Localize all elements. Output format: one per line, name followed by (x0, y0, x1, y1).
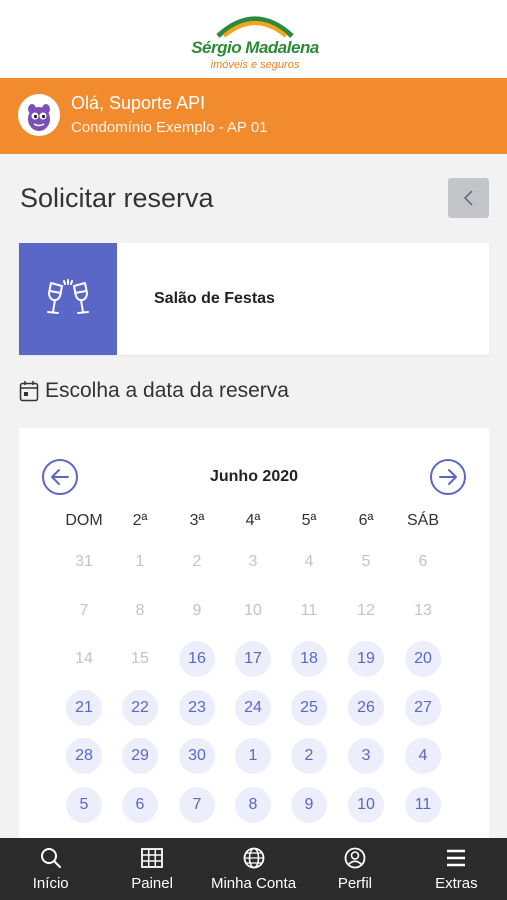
calendar-day-available[interactable]: 23 (179, 689, 215, 726)
calendar-day-disabled: 15 (131, 650, 149, 668)
nav-label: Extras (435, 875, 478, 892)
month-label: Junho 2020 (209, 468, 299, 485)
calendar-day-available[interactable]: 22 (122, 689, 158, 726)
calendar-day-disabled: 1 (135, 553, 145, 570)
calendar-day-disabled: 6 (418, 553, 428, 570)
calendar-day-disabled: 2 (192, 553, 202, 570)
calendar-day-available[interactable]: 30 (179, 738, 215, 775)
calendar-day-disabled: 7 (79, 601, 89, 619)
menu-icon (447, 849, 466, 867)
calendar-day-available[interactable]: 9 (291, 787, 327, 823)
next-month-button[interactable] (429, 458, 467, 496)
calendar-day-available[interactable]: 21 (66, 689, 102, 726)
user-greeting: Olá, Suporte API (71, 93, 206, 113)
calendar-day-disabled: 4 (304, 553, 314, 570)
nav-label: Início (32, 875, 69, 892)
calendar-day-available[interactable]: 7 (179, 787, 215, 823)
nav-label: Minha Conta (210, 875, 297, 892)
calendar-day-available[interactable]: 1 (235, 738, 271, 775)
champagne-glasses-icon (47, 279, 89, 314)
calendar-day-available[interactable]: 29 (122, 738, 158, 775)
weekday-header: 2ª (132, 512, 148, 529)
weekday-header: SÁB (406, 512, 439, 529)
logo-name: Sérgio Madalena (191, 38, 319, 57)
logo-tagline: imóveis e seguros (210, 59, 300, 71)
calendar-day-available[interactable]: 28 (66, 738, 102, 775)
space-name: Salão de Festas (154, 290, 275, 307)
calendar-day-disabled: 9 (192, 601, 202, 619)
calendar-day-available[interactable]: 20 (405, 641, 441, 678)
calendar-day-disabled: 5 (361, 553, 371, 570)
user-circle-icon (344, 847, 366, 869)
weekday-header: 4ª (245, 512, 261, 529)
logo-header: Sérgio Madalena imóveis e seguros (0, 0, 507, 78)
calendar-day-available[interactable]: 10 (348, 787, 384, 823)
bottom-nav: Início Painel Minha Conta Perfil Extras (0, 838, 507, 900)
calendar-day-available[interactable]: 25 (291, 689, 327, 726)
company-logo: Sérgio Madalena imóveis e seguros (190, 8, 320, 72)
calendar-day-disabled: 3 (248, 553, 258, 570)
globe-icon (243, 847, 264, 869)
weekday-header: 3ª (189, 512, 205, 529)
monster-avatar-icon (18, 94, 60, 136)
nav-label: Perfil (337, 875, 373, 892)
user-unit: Condomínio Exemplo - AP 01 (71, 119, 268, 136)
calendar-icon (19, 381, 39, 402)
user-bar: Olá, Suporte API Condomínio Exemplo - AP… (0, 78, 507, 154)
calendar-day-disabled: 13 (414, 601, 432, 619)
calendar: Junho 2020 DOM 2ª 3ª 4ª 5ª 6ª SÁB 31 1 2 3 4 5 6 7 8 9 10… (19, 428, 489, 848)
calendar-day-disabled: 10 (244, 601, 262, 619)
space-card[interactable]: Salão de Festas (19, 243, 489, 355)
calendar-day-disabled: 12 (357, 601, 375, 619)
nav-item-perfil[interactable]: Perfil (304, 838, 405, 900)
weekday-header: DOM (65, 512, 103, 529)
choose-date-row: Escolha a data da reserva (19, 378, 289, 404)
calendar-day-disabled: 31 (75, 553, 93, 570)
calendar-day-available[interactable]: 2 (291, 738, 327, 775)
nav-item-inicio[interactable]: Início (0, 838, 101, 900)
weekday-header: 6ª (358, 512, 374, 529)
nav-item-minha-conta[interactable]: Minha Conta (203, 838, 304, 900)
grid-icon (141, 848, 164, 868)
nav-label: Painel (131, 875, 173, 892)
avatar[interactable] (18, 94, 60, 136)
logo-arch-icon (216, 16, 294, 38)
calendar-day-available[interactable]: 5 (66, 787, 102, 823)
calendar-day-available[interactable]: 24 (235, 689, 271, 726)
chevron-left-icon (463, 190, 473, 206)
weekday-header: 5ª (301, 512, 317, 529)
calendar-day-available[interactable]: 16 (179, 641, 215, 678)
calendar-day-disabled: 11 (300, 601, 318, 619)
calendar-day-available[interactable]: 17 (235, 641, 271, 678)
calendar-day-available[interactable]: 27 (405, 689, 441, 726)
space-icon-box (19, 243, 117, 355)
calendar-day-disabled: 14 (75, 650, 93, 668)
back-button[interactable] (448, 178, 489, 218)
nav-item-extras[interactable]: Extras (406, 838, 507, 900)
calendar-day-available[interactable]: 19 (348, 641, 384, 678)
calendar-day-available[interactable]: 3 (348, 738, 384, 775)
search-icon (40, 848, 61, 868)
calendar-day-available[interactable]: 18 (291, 641, 327, 678)
calendar-day-available[interactable]: 11 (405, 787, 441, 823)
calendar-day-disabled: 8 (135, 601, 145, 619)
page-title: Solicitar reserva (20, 183, 214, 213)
choose-date-label: Escolha a data da reserva (45, 379, 289, 402)
calendar-day-available[interactable]: 4 (405, 738, 441, 775)
calendar-day-available[interactable]: 8 (235, 787, 271, 823)
arrow-right-circle-icon (430, 459, 466, 495)
calendar-day-available[interactable]: 6 (122, 787, 158, 823)
nav-item-painel[interactable]: Painel (101, 838, 202, 900)
calendar-day-available[interactable]: 26 (348, 689, 384, 726)
